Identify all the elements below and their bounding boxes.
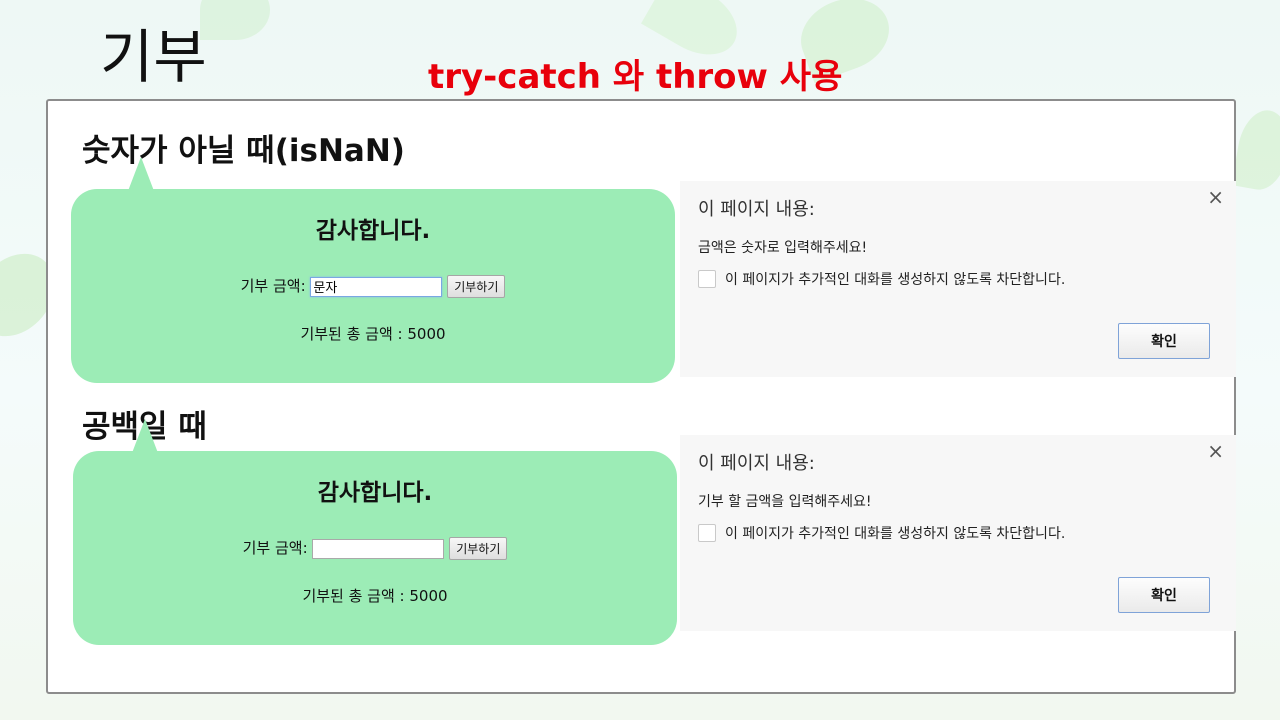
checkbox-label: 이 페이지가 추가적인 대화를 생성하지 않도록 차단합니다. bbox=[725, 272, 1066, 288]
bubble-tail bbox=[128, 157, 154, 191]
checkbox[interactable] bbox=[698, 524, 716, 542]
amount-input[interactable] bbox=[310, 276, 443, 297]
checkbox-label: 이 페이지가 추가적인 대화를 생성하지 않도록 차단합니다. bbox=[725, 526, 1066, 542]
leaf-decoration bbox=[1231, 106, 1280, 194]
leaf-decoration bbox=[200, 0, 270, 40]
bubble-tail bbox=[132, 419, 158, 453]
total-amount-text: 기부된 총 금액 : 5000 bbox=[300, 325, 446, 343]
slide-subtitle: try-catch 와 throw 사용 bbox=[428, 57, 843, 97]
block-dialogs-option[interactable]: 이 페이지가 추가적인 대화를 생성하지 않도록 차단합니다. bbox=[698, 269, 1065, 289]
donate-button[interactable]: 기부하기 bbox=[447, 275, 506, 298]
alert-dialog-empty: 이 페이지 내용: × 기부 할 금액을 입력해주세요! 이 페이지가 추가적인… bbox=[680, 435, 1236, 631]
checkbox[interactable] bbox=[698, 270, 716, 288]
close-icon[interactable]: × bbox=[1207, 185, 1224, 209]
donation-panel-empty: 감사합니다. 기부 금액: 기부하기 기부된 총 금액 : 5000 bbox=[73, 451, 677, 645]
alert-dialog-nan: 이 페이지 내용: × 금액은 숫자로 입력해주세요! 이 페이지가 추가적인 … bbox=[680, 181, 1236, 377]
block-dialogs-option[interactable]: 이 페이지가 추가적인 대화를 생성하지 않도록 차단합니다. bbox=[698, 523, 1065, 543]
dialog-message: 기부 할 금액을 입력해주세요! bbox=[698, 494, 872, 510]
close-icon[interactable]: × bbox=[1207, 439, 1224, 463]
amount-input[interactable] bbox=[312, 538, 445, 559]
donation-panel-nan: 감사합니다. 기부 금액: 기부하기 기부된 총 금액 : 5000 bbox=[71, 189, 675, 383]
amount-label: 기부 금액: bbox=[240, 277, 306, 295]
donation-form: 기부 금액: 기부하기 bbox=[73, 537, 677, 560]
amount-label: 기부 금액: bbox=[242, 539, 308, 557]
donation-form: 기부 금액: 기부하기 bbox=[71, 275, 675, 298]
dialog-message: 금액은 숫자로 입력해주세요! bbox=[698, 240, 868, 256]
ok-button[interactable]: 확인 bbox=[1118, 577, 1210, 613]
dialog-title: 이 페이지 내용: bbox=[698, 199, 815, 220]
thanks-heading: 감사합니다. bbox=[317, 480, 433, 506]
thanks-heading: 감사합니다. bbox=[315, 218, 431, 244]
donate-button[interactable]: 기부하기 bbox=[449, 537, 508, 560]
screenshot-frame: 숫자가 아닐 때(isNaN) 감사합니다. 기부 금액: 기부하기 기부된 총… bbox=[46, 99, 1236, 694]
dialog-title: 이 페이지 내용: bbox=[698, 453, 815, 474]
total-amount-text: 기부된 총 금액 : 5000 bbox=[302, 587, 448, 605]
ok-button[interactable]: 확인 bbox=[1118, 323, 1210, 359]
slide-title: 기부 bbox=[100, 23, 207, 91]
